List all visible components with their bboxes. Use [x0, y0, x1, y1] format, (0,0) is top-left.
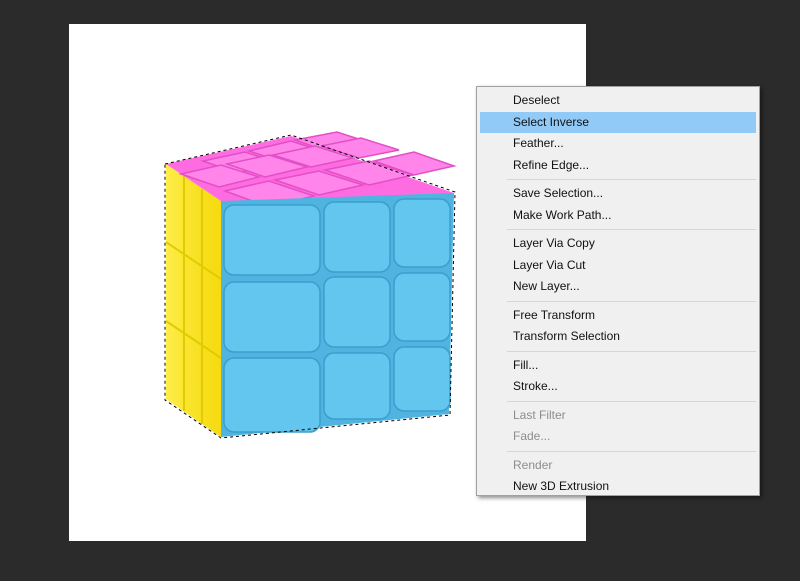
menu-item-make-work-path[interactable]: Make Work Path... [480, 205, 756, 227]
menu-item-new-3d-extrusion[interactable]: New 3D Extrusion [480, 476, 756, 498]
menu-separator [507, 400, 756, 402]
menu-item-select-inverse[interactable]: Select Inverse [480, 111, 756, 133]
menu-item-render: Render [513, 457, 553, 472]
menu-separator [507, 179, 756, 180]
menu-item-fill[interactable]: Fill... [480, 355, 756, 377]
menu-separator [507, 350, 756, 352]
menu-item-feather[interactable]: Feather... [480, 133, 756, 155]
menu-item-refine-edge[interactable]: Refine Edge... [480, 155, 756, 177]
menu-item-layer-via-copy[interactable]: Layer Via Copy [480, 233, 756, 255]
menu-separator [507, 229, 756, 230]
menu-item-layer-via-cut[interactable]: Layer Via Cut [480, 255, 756, 277]
menu-item-stroke[interactable]: Stroke... [480, 376, 756, 398]
menu-item-deselect[interactable]: Deselect [480, 90, 756, 112]
menu-item-transform-selection[interactable]: Transform Selection [480, 326, 756, 348]
menu-item-free-transform[interactable]: Free Transform [480, 305, 756, 327]
menu-item-new-layer[interactable]: New Layer... [480, 276, 756, 298]
menu-separator [507, 450, 756, 452]
context-menu: Deselect Select Inverse Feather... Refine E… [476, 86, 760, 496]
menu-item-fade: Fade... [513, 429, 551, 443]
menu-item-last-filter: Last Filter [513, 407, 566, 422]
menu-item-save-selection[interactable]: Save Selection... [480, 183, 756, 205]
menu-separator [507, 300, 756, 302]
